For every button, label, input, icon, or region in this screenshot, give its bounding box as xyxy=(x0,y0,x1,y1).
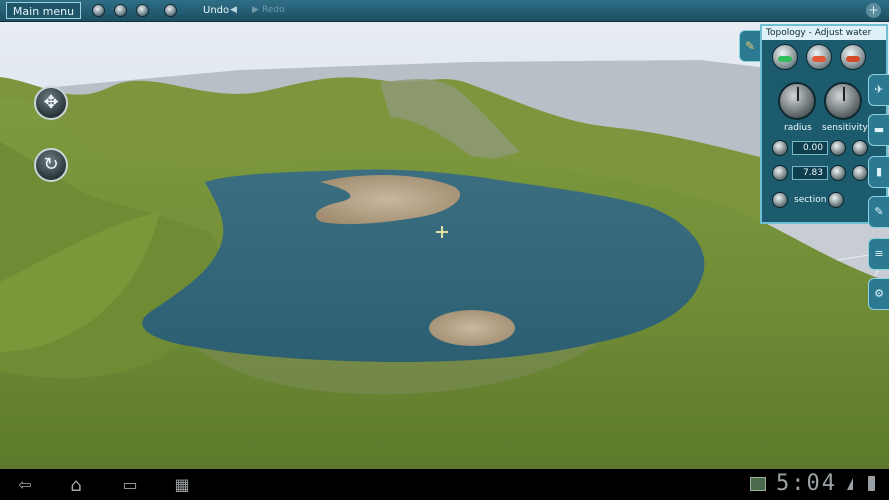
section-toggle-icon[interactable] xyxy=(828,192,844,208)
panel-collapse-tab[interactable]: ✎ xyxy=(739,30,760,62)
radius-knob[interactable] xyxy=(778,82,816,120)
tab-track-tools[interactable]: ✈ xyxy=(868,74,889,106)
tab-scenery[interactable]: ▮ xyxy=(868,156,889,188)
height-clear-icon[interactable] xyxy=(852,140,868,156)
raise-terrain-button[interactable] xyxy=(772,44,798,70)
height-set-icon[interactable] xyxy=(830,140,846,156)
lower-terrain-button[interactable] xyxy=(840,44,866,70)
sensitivity-knob[interactable] xyxy=(824,82,862,120)
redo-arrow-icon: ▶ xyxy=(252,5,259,15)
apps-grid-icon[interactable]: ▦ xyxy=(168,475,196,494)
wifi-signal-icon xyxy=(847,478,853,490)
settings-icon[interactable] xyxy=(136,4,149,17)
home-icon[interactable]: ⌂ xyxy=(62,475,90,496)
panel-title: Topology - Adjust water xyxy=(762,26,886,40)
notification-icon[interactable] xyxy=(750,477,766,491)
rotate-camera-button[interactable]: ↻ xyxy=(34,148,68,182)
back-icon[interactable]: ⇦ xyxy=(12,475,38,494)
height-pick-icon[interactable] xyxy=(772,140,788,156)
terrain-render xyxy=(0,22,889,469)
height-value-field[interactable]: 0.00 xyxy=(792,141,828,155)
tab-objects[interactable]: ▬ xyxy=(868,114,889,146)
clock: 5:04 xyxy=(776,471,837,496)
battery-icon xyxy=(868,476,875,491)
water-decrease-icon[interactable] xyxy=(830,165,846,181)
tab-settings[interactable]: ⚙ xyxy=(868,278,889,310)
move-camera-button[interactable]: ✥ xyxy=(34,86,68,120)
section-flat-icon[interactable] xyxy=(772,192,788,208)
water-level-field[interactable]: 7.83 xyxy=(792,166,828,180)
add-icon[interactable]: + xyxy=(866,3,881,18)
top-toolbar: Main menu Undo ◀ ▶ Redo + xyxy=(0,0,889,22)
rotate-icon: ↻ xyxy=(43,154,59,175)
move-icon: ✥ xyxy=(43,92,59,113)
tab-tools[interactable]: ✎ xyxy=(868,196,889,228)
system-navigation-bar: ⇦ ⌂ ▭ ▦ 5:04 xyxy=(0,469,889,500)
sensitivity-label: sensitivity xyxy=(822,123,868,133)
section-label: section xyxy=(794,195,827,205)
undo-arrow-icon: ◀ xyxy=(230,5,237,15)
flatten-terrain-button[interactable] xyxy=(806,44,832,70)
radius-label: radius xyxy=(784,123,812,133)
save-icon[interactable] xyxy=(114,4,127,17)
tab-layers[interactable]: ≡ xyxy=(868,238,889,270)
screenshot-icon[interactable] xyxy=(92,4,105,17)
side-tool-tabs: ✈ ▬ ▮ ✎ ≡ ⚙ xyxy=(868,60,889,320)
undo-button[interactable]: Undo xyxy=(203,2,229,19)
pause-icon[interactable] xyxy=(164,4,177,17)
water-level-icon[interactable] xyxy=(772,165,788,181)
recent-apps-icon[interactable]: ▭ xyxy=(116,475,144,494)
terrain-viewport[interactable]: ✥ ↻ xyxy=(0,22,889,469)
main-menu-button[interactable]: Main menu xyxy=(6,2,81,19)
water-apply-icon[interactable] xyxy=(852,165,868,181)
redo-button[interactable]: Redo xyxy=(262,2,285,19)
